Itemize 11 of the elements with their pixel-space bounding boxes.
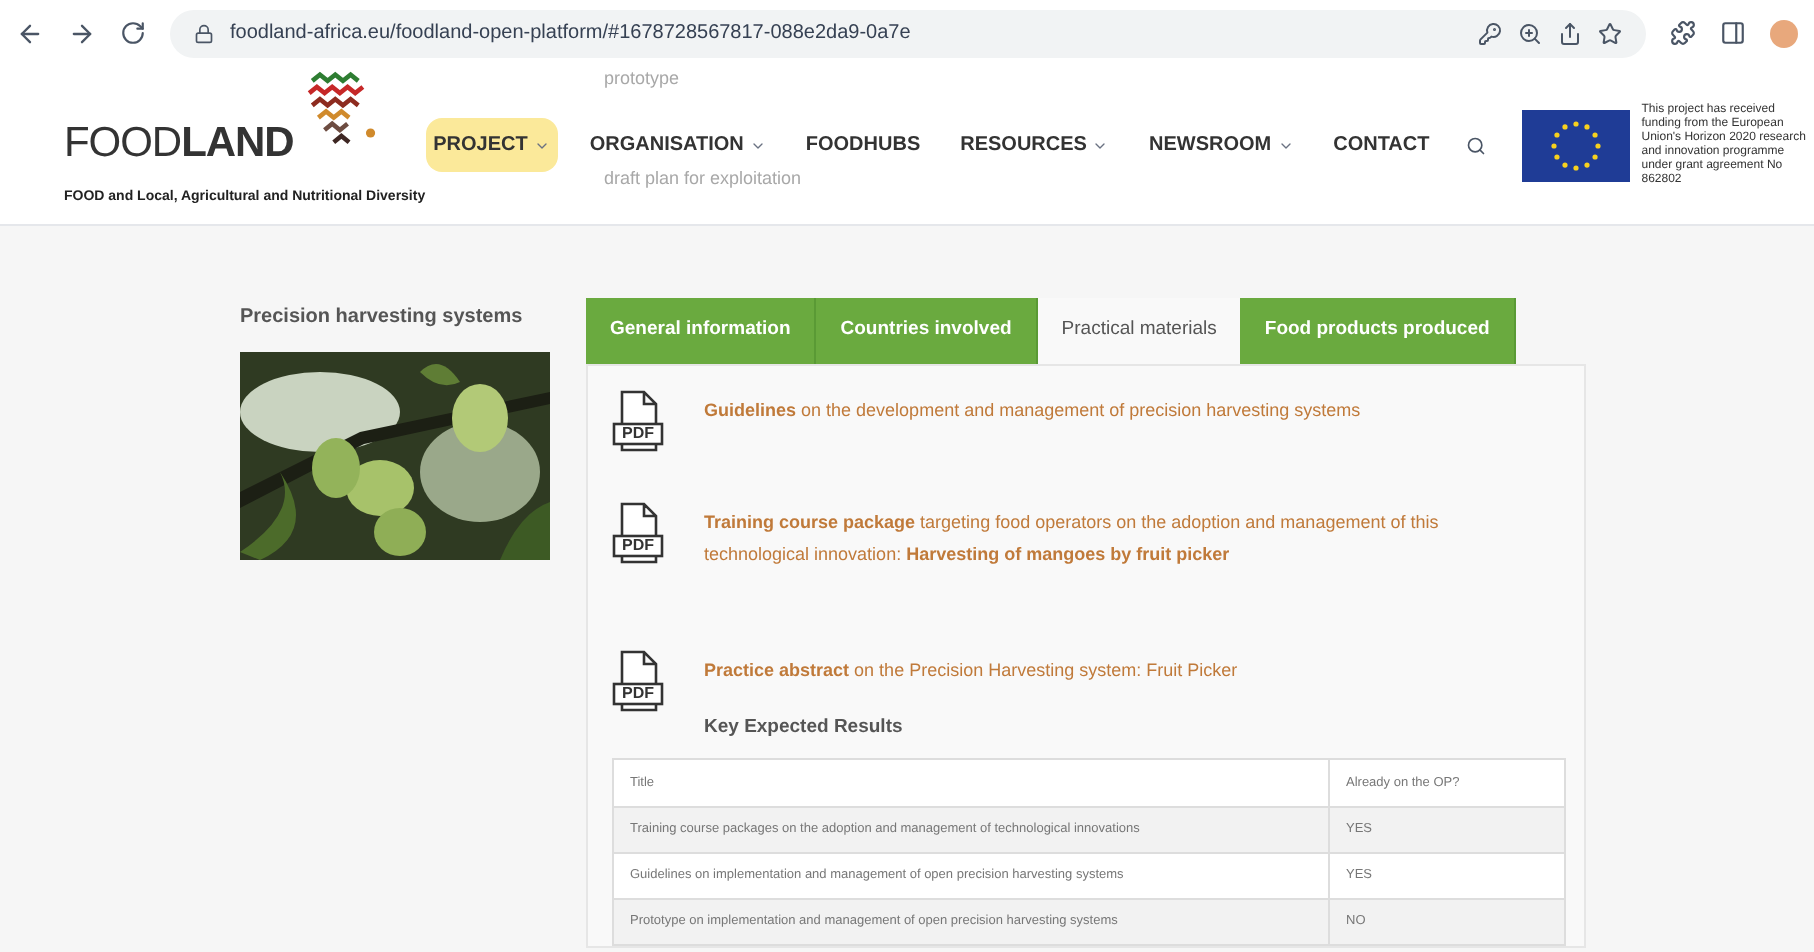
section-heading: Key Expected Results bbox=[704, 714, 905, 742]
logo-wordmark[interactable]: FOODLAND bbox=[64, 122, 426, 164]
address-bar[interactable]: foodland-africa.eu/foodland-open-platform/#1678728567817-088e2da9-0a7e bbox=[170, 9, 1646, 57]
url-text: foodland-africa.eu/foodland-open-platform/#1678728567817-088e2da9-0a7e bbox=[230, 20, 911, 48]
nav-item[interactable]: PROJECT bbox=[425, 118, 558, 172]
nav-item[interactable]: NEWSROOM bbox=[1140, 118, 1302, 172]
nav-item[interactable]: FOODHUBS bbox=[797, 118, 929, 172]
faded-menu-text: prototype bbox=[604, 66, 682, 92]
item-title: Precision harvesting systems bbox=[240, 304, 525, 332]
nav-item[interactable]: CONTACT bbox=[1325, 118, 1438, 172]
nav-item[interactable]: RESOURCES bbox=[952, 118, 1117, 172]
